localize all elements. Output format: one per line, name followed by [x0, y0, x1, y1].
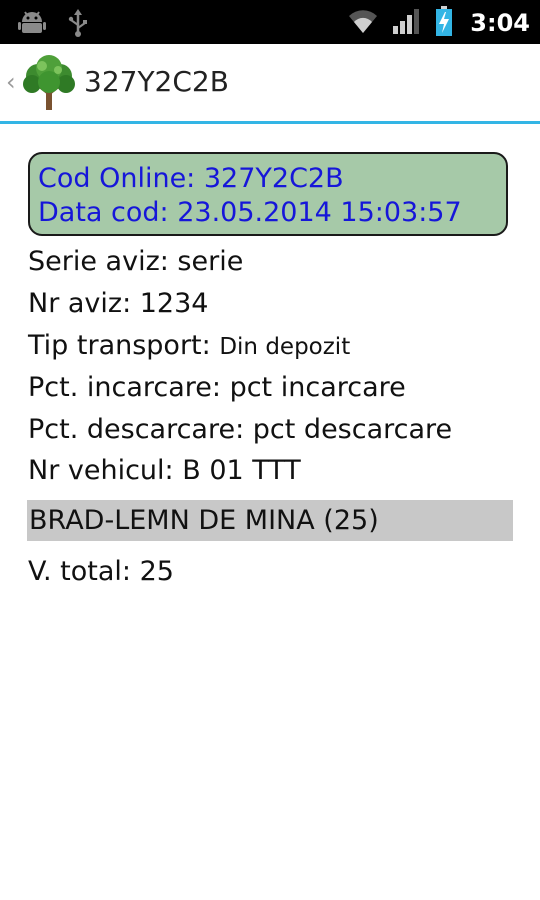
battery-charging-icon	[436, 6, 453, 40]
usb-icon	[68, 9, 88, 41]
serie-aviz-text: Serie aviz: serie	[28, 246, 244, 277]
clock: 3:04	[470, 9, 530, 37]
data-cod-text: Data cod: 23.05.2014 15:03:57	[38, 197, 462, 228]
code-info-box: Cod Online: 327Y2C2B Data cod: 23.05.201…	[28, 152, 508, 236]
up-caret-icon[interactable]: ‹	[6, 68, 16, 96]
action-bar: ‹ 327Y2C2B	[0, 44, 540, 124]
status-bar: 3:04	[0, 0, 540, 44]
tip-transport-value: Din depozit	[219, 334, 351, 360]
cod-online-text: Cod Online: 327Y2C2B	[38, 163, 344, 194]
android-debug-icon	[18, 10, 46, 40]
nr-aviz-text: Nr aviz: 1234	[28, 288, 209, 319]
status-right-icons: 3:04	[348, 6, 530, 40]
tip-transport-row: Tip transport: Din depozit	[28, 330, 350, 361]
signal-icon	[392, 8, 422, 38]
page-title: 327Y2C2B	[84, 65, 229, 98]
tree-icon[interactable]	[20, 54, 78, 112]
total-text: V. total: 25	[28, 556, 174, 587]
list-item-label: BRAD-LEMN DE MINA (25)	[29, 505, 379, 536]
status-left-icons	[18, 9, 88, 41]
tip-transport-label: Tip transport:	[28, 330, 220, 361]
nr-vehicul-text: Nr vehicul: B 01 TTT	[28, 455, 301, 486]
pct-incarcare-text: Pct. incarcare: pct incarcare	[28, 372, 406, 403]
pct-descarcare-text: Pct. descarcare: pct descarcare	[28, 414, 453, 445]
wifi-icon	[348, 8, 378, 38]
list-item[interactable]: BRAD-LEMN DE MINA (25)	[27, 500, 513, 541]
